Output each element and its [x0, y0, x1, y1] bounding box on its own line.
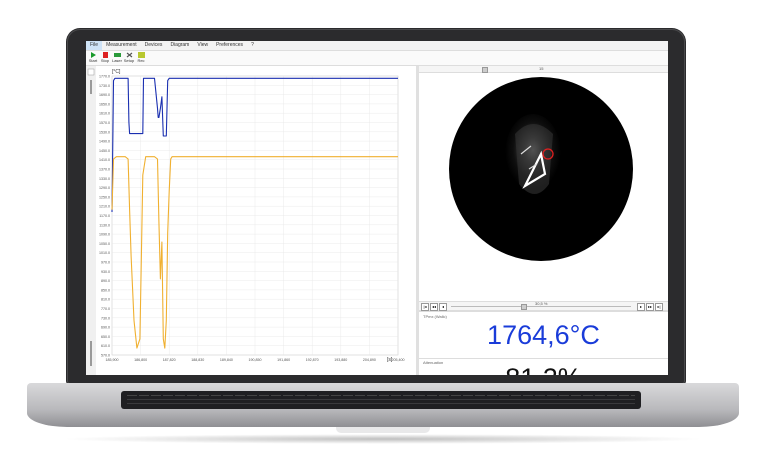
stop-label: Stop — [100, 58, 110, 63]
fast-forward-button[interactable]: ▸▸ — [646, 303, 654, 311]
playback-bar: |◂ ◂◂ ◂ 30,5 % ▸ ▸▸ ▸| — [419, 301, 668, 311]
y-tick-label: 1330.0 — [99, 177, 110, 181]
camera-top-slider-thumb[interactable] — [482, 67, 488, 73]
y-axis-label: [°C] — [112, 69, 121, 75]
y-tick-label: 890.0 — [101, 279, 110, 283]
y-tick-label: 770.0 — [101, 307, 110, 311]
diagram-pane: 1770.0 1730.0 1690.0 1650.0 1610.0 1570.0 1530… — [86, 66, 417, 375]
x-tick-label: 187,820 — [163, 358, 176, 362]
y-tick-label: 1090.0 — [99, 233, 110, 237]
y-tick-label: 1370.0 — [99, 168, 110, 172]
y-tick-label: 1290.0 — [99, 186, 110, 190]
y-tick-label: 1250.0 — [99, 195, 110, 199]
y-tick-label: 1010.0 — [99, 251, 110, 255]
y-tick-label: 1610.0 — [99, 112, 110, 116]
y-tick-label: 1530.0 — [99, 130, 110, 134]
start-label: Start — [88, 58, 98, 63]
start-button[interactable]: Start — [87, 52, 99, 64]
temperature-title: TPmx (Wallc) — [423, 314, 447, 319]
y-tick-label: 1650.0 — [99, 102, 110, 106]
app-window: File Measurement Devices Diagram View Prefere… — [86, 41, 668, 375]
y-tick-label: 850.0 — [101, 288, 110, 292]
laser-button[interactable]: Laser — [111, 52, 123, 64]
y-tick-label: 1490.0 — [99, 140, 110, 144]
camera-top-slider[interactable]: 15 — [419, 66, 668, 73]
y-tick-label: 690.0 — [101, 326, 110, 330]
temperature-panel-divider — [419, 311, 668, 312]
setup-button[interactable]: Setup — [123, 52, 135, 64]
y-tick-label: 570.0 — [101, 354, 110, 358]
y-tick-label: 1770.0 — [99, 75, 110, 79]
y-tick-label: 970.0 — [101, 261, 110, 265]
rewind-button[interactable]: ◂◂ — [430, 303, 438, 311]
y-tick-label: 650.0 — [101, 335, 110, 339]
x-axis-label: [s] — [387, 357, 393, 363]
y-tick-label: 930.0 — [101, 270, 110, 274]
toolbar: Start Stop Laser Setup Rec — [86, 51, 668, 66]
keyboard — [121, 391, 641, 409]
menu-view[interactable]: View — [193, 41, 212, 50]
camera-view[interactable] — [419, 74, 668, 264]
menu-preferences[interactable]: Preferences — [212, 41, 247, 50]
x-tick-label: 185,900 — [106, 358, 119, 362]
y-tick-label: 1210.0 — [99, 205, 110, 209]
menu-help[interactable]: ? — [247, 41, 258, 50]
chart-zoom-button[interactable] — [87, 68, 95, 76]
playback-track[interactable] — [451, 306, 631, 307]
lid-notch — [336, 427, 430, 433]
x-tick-label: 186,800 — [134, 358, 147, 362]
y-tick-label: 1050.0 — [99, 242, 110, 246]
y-tick-label: 1570.0 — [99, 121, 110, 125]
y-tick-label: 1450.0 — [99, 149, 110, 153]
playback-value: 30,5 % — [535, 301, 548, 306]
stop-button[interactable]: Stop — [99, 52, 111, 64]
x-tick-label: 205,400 — [392, 358, 405, 362]
temperature-value: 1764,6°C — [487, 320, 600, 350]
x-tick-label: 204,890 — [363, 358, 376, 362]
first-frame-button[interactable]: |◂ — [421, 303, 429, 311]
y-axis-ticks: 1770.0 1730.0 1690.0 1650.0 1610.0 1570.0 1530… — [99, 75, 110, 358]
x-axis-ticks: 185,900 186,800 187,820 188,830 189,840 190,8… — [106, 358, 405, 362]
y-tick-label: 610.0 — [101, 344, 110, 348]
chart-side-toolbar — [86, 66, 96, 375]
y-tick-label: 1130.0 — [99, 223, 110, 227]
y-tick-label: 810.0 — [101, 298, 110, 302]
x-tick-label: 193,880 — [334, 358, 347, 362]
menu-bar: File Measurement Devices Diagram View Prefere… — [86, 41, 668, 51]
laptop-shadow — [60, 434, 706, 444]
x-tick-label: 189,840 — [220, 358, 233, 362]
attenuation-value: 81,2% — [419, 363, 668, 375]
menu-diagram[interactable]: Diagram — [166, 41, 193, 50]
x-tick-label: 190,850 — [249, 358, 262, 362]
laser-label: Laser — [111, 58, 122, 63]
camera-top-slider-value: 15 — [539, 66, 544, 71]
prev-frame-button[interactable]: ◂ — [439, 303, 447, 311]
menu-devices[interactable]: Devices — [141, 41, 167, 50]
y-tick-label: 1410.0 — [99, 158, 110, 162]
y-tick-label: 1730.0 — [99, 84, 110, 88]
record-label: Rec — [137, 58, 145, 63]
x-tick-label: 191,860 — [277, 358, 290, 362]
last-frame-button[interactable]: ▸| — [655, 303, 663, 311]
menu-file[interactable]: File — [86, 41, 103, 50]
temperature-chart[interactable]: 1770.0 1730.0 1690.0 1650.0 1610.0 1570.0 1530… — [86, 66, 416, 375]
y-tick-label: 730.0 — [101, 316, 110, 320]
x-tick-label: 188,830 — [191, 358, 204, 362]
x-tick-label: 192,870 — [306, 358, 319, 362]
record-button[interactable]: Rec — [135, 52, 147, 64]
menu-measurement[interactable]: Measurement — [102, 41, 141, 50]
playback-thumb[interactable] — [521, 304, 527, 310]
camera-pane: 15 |◂ ◂◂ ◂ 30,5 % ▸ ▸▸ ▸| TPmx (Wallc) 1… — [419, 66, 668, 375]
next-frame-button[interactable]: ▸ — [637, 303, 645, 311]
setup-label: Setup — [123, 58, 135, 63]
chart-grid — [111, 75, 399, 356]
attenuation-panel-divider — [419, 358, 668, 359]
y-tick-label: 1170.0 — [99, 214, 110, 218]
y-tick-label: 1690.0 — [99, 93, 110, 97]
